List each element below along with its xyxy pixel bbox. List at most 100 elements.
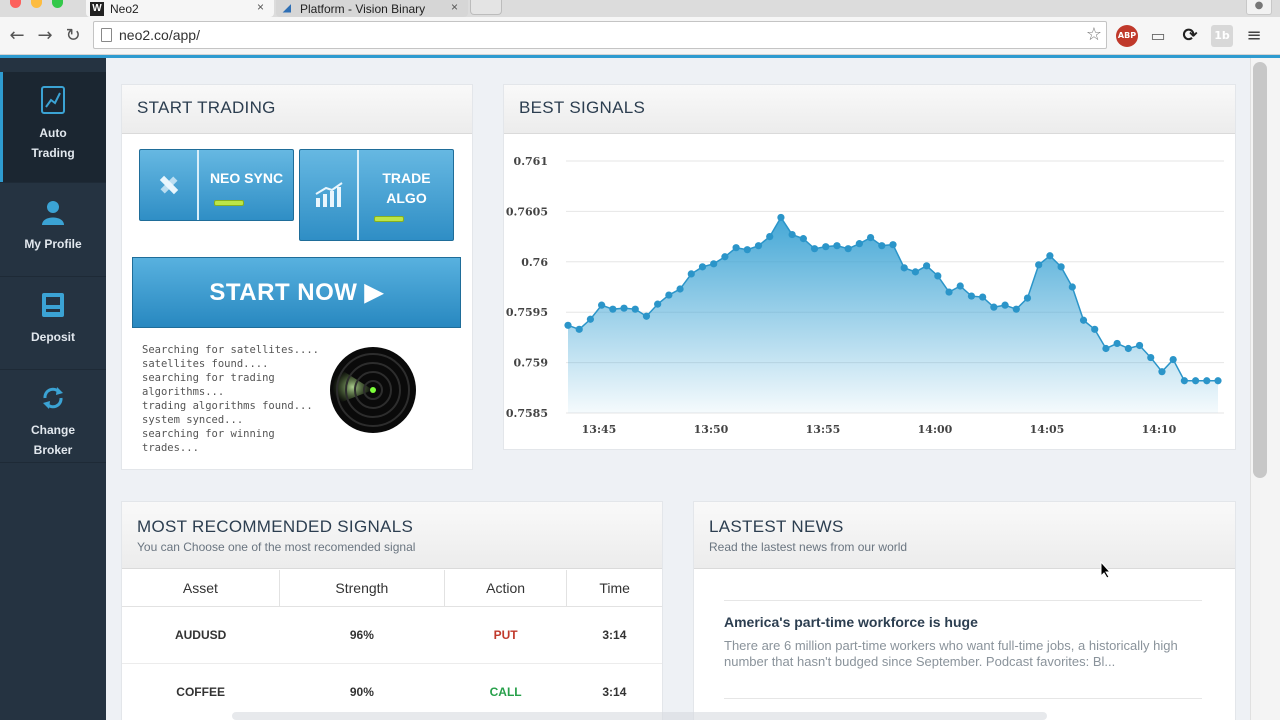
cast-icon[interactable]: ▭ xyxy=(1147,25,1169,47)
sidebar-item-my-profile[interactable]: My Profile xyxy=(0,184,106,277)
sidebar-item-label: Change xyxy=(30,423,75,437)
atm-icon xyxy=(42,293,64,317)
start-now-label: START NOW ▶ xyxy=(209,279,384,306)
data-point xyxy=(956,282,964,290)
panel-title: MOST RECOMMENDED SIGNALS xyxy=(137,517,414,536)
reload-icon[interactable]: ↻ xyxy=(63,25,83,46)
divider xyxy=(724,600,1202,601)
y-tick-label: 0.76 xyxy=(521,256,548,269)
browser-tab-platform[interactable]: ◢ Platform - Vision Binary × xyxy=(276,0,468,17)
data-point xyxy=(1113,339,1121,348)
data-point xyxy=(1023,294,1032,302)
bookmark-star-icon[interactable]: ☆ xyxy=(1086,24,1102,45)
status-indicator xyxy=(374,216,404,222)
data-point xyxy=(1001,301,1009,309)
y-tick-label: 0.761 xyxy=(514,155,548,168)
maximize-window-icon[interactable] xyxy=(52,0,63,8)
data-point xyxy=(631,305,639,313)
status-console: Searching for satellites.... satellites … xyxy=(142,344,320,454)
data-point xyxy=(575,325,583,333)
data-point xyxy=(710,260,718,268)
data-point xyxy=(855,240,863,248)
data-point xyxy=(1012,305,1020,313)
x-tick-label: 14:10 xyxy=(1142,423,1177,436)
address-bar[interactable]: neo2.co/app/ ☆ xyxy=(93,21,1107,49)
sidebar-item-change-broker[interactable]: Change Broker xyxy=(0,370,106,463)
column-header-time[interactable]: Time xyxy=(566,570,662,607)
profile-icon[interactable]: ● xyxy=(1246,0,1272,15)
adblock-icon[interactable]: ABP xyxy=(1116,25,1138,47)
main-content: START TRADING NEO SYNC TRADE ALGO START … xyxy=(106,58,1250,720)
data-point xyxy=(777,213,785,222)
time-cell: 3:14 xyxy=(566,606,662,664)
data-point xyxy=(1147,353,1155,362)
action-cell[interactable]: PUT xyxy=(444,606,567,664)
data-point xyxy=(1214,377,1222,385)
data-point xyxy=(810,245,819,253)
strength-cell: 96% xyxy=(279,606,445,664)
data-point xyxy=(1091,325,1099,333)
divider xyxy=(724,698,1202,699)
column-header-asset[interactable]: Asset xyxy=(122,570,280,607)
column-header-strength[interactable]: Strength xyxy=(279,570,445,607)
start-now-button[interactable]: START NOW ▶ xyxy=(132,257,461,328)
tab-close-icon[interactable]: × xyxy=(451,0,458,14)
tab-close-icon[interactable]: × xyxy=(257,0,264,14)
data-point xyxy=(766,233,774,241)
minimize-window-icon[interactable] xyxy=(31,0,42,8)
sidebar-item-deposit[interactable]: Deposit xyxy=(0,277,106,370)
sidebar-item-label: Deposit xyxy=(30,330,75,344)
asset-cell: AUDUSD xyxy=(122,606,280,664)
data-point xyxy=(889,241,897,249)
extension-1b-icon[interactable]: 1b xyxy=(1211,25,1233,47)
window-bottom-shadow xyxy=(232,712,1047,720)
latest-news-panel: LASTEST NEWS Read the lastest news from … xyxy=(693,501,1236,720)
forward-arrow-icon[interactable]: → xyxy=(35,25,55,46)
column-header-action[interactable]: Action xyxy=(444,570,568,607)
menu-icon[interactable]: ≡ xyxy=(1243,25,1265,47)
data-point xyxy=(1035,261,1043,269)
panel-title: BEST SIGNALS xyxy=(519,98,646,117)
sidebar-item-label: Trading xyxy=(31,146,75,160)
data-point xyxy=(878,242,886,250)
data-point xyxy=(564,321,572,329)
back-arrow-icon[interactable]: ← xyxy=(7,25,27,46)
x-tick-label: 13:50 xyxy=(694,423,729,436)
panel-subtitle: You can Choose one of the most recomende… xyxy=(137,540,416,554)
url-text: neo2.co/app/ xyxy=(119,27,200,43)
sync-icon[interactable]: ⟳ xyxy=(1179,25,1201,47)
platform-icon: ◢ xyxy=(283,3,291,14)
close-window-icon[interactable] xyxy=(10,0,21,8)
tab-title: Platform - Vision Binary xyxy=(300,1,426,16)
scrollbar-thumb[interactable] xyxy=(1253,62,1267,478)
y-tick-label: 0.7585 xyxy=(506,407,548,420)
data-point xyxy=(1169,355,1177,364)
data-point xyxy=(732,244,740,252)
x-tick-label: 14:05 xyxy=(1030,423,1065,436)
data-point xyxy=(833,242,841,250)
data-point xyxy=(788,230,796,239)
panel-header: LASTEST NEWS Read the lastest news from … xyxy=(694,502,1235,569)
sidebar-item-label: Broker xyxy=(33,443,73,457)
table-header-row: Asset Strength Action Time xyxy=(122,570,662,607)
x-tick-label: 13:55 xyxy=(806,423,841,436)
start-trading-panel: START TRADING NEO SYNC TRADE ALGO START … xyxy=(121,84,473,470)
status-indicator xyxy=(214,200,244,206)
neo-sync-button[interactable]: NEO SYNC xyxy=(139,149,294,221)
trade-algo-button[interactable]: TRADE ALGO xyxy=(299,149,454,241)
data-point xyxy=(654,300,662,308)
table-row[interactable]: AUDUSD 96% PUT 3:14 xyxy=(122,606,662,664)
refresh-icon xyxy=(43,387,63,409)
data-point xyxy=(934,272,942,280)
data-point xyxy=(687,270,695,278)
sidebar-item-label: Auto xyxy=(39,126,67,140)
trade-algo-label: TRADE ALGO xyxy=(360,168,453,208)
browser-tab-neo2[interactable]: W Neo2 × xyxy=(86,0,274,17)
trade-algo-line1: TRADE xyxy=(382,170,431,186)
new-tab-button[interactable] xyxy=(470,0,502,15)
browser-toolbar: ← → ↻ neo2.co/app/ ☆ ABP ▭ ⟳ 1b ≡ xyxy=(0,17,1280,55)
satellite-icon xyxy=(140,150,199,220)
sidebar-item-auto-trading[interactable]: Auto Trading xyxy=(0,72,106,183)
browser-tab-bar: W Neo2 × ◢ Platform - Vision Binary × ● xyxy=(0,0,1280,17)
news-headline[interactable]: America's part-time workforce is huge xyxy=(724,614,978,630)
